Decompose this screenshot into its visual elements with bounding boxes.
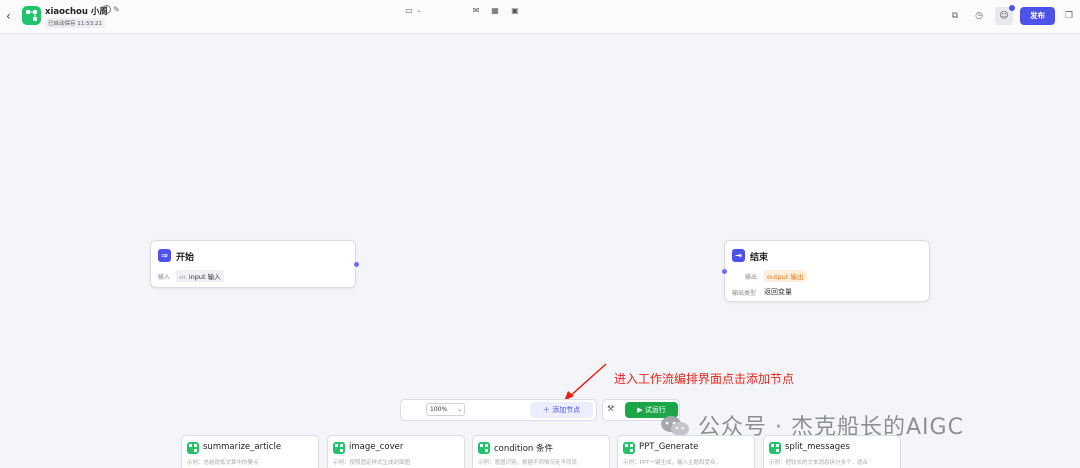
zoom-value: 100% [430,406,448,413]
save-status-badge: 已自动保存 11:53:21 [45,18,105,28]
start-node-title: 开始 [176,253,195,263]
start-node[interactable]: ⇒ 开始 输入 str. input 输入 [150,240,356,288]
template-card-image-cover[interactable]: image_cover 示例：按照固定样式生成封面图 [327,435,465,468]
layout-icon[interactable]: ▦ [489,4,501,17]
card-desc: 示例：总结提炼文章中的要点 [187,460,259,466]
start-output-port[interactable] [354,262,359,267]
history-icon[interactable]: ◷ [972,9,986,23]
card-desc: 示例：PPT一键生成，输入主题和受众， [623,460,721,466]
info-icon[interactable]: i [102,5,111,14]
template-card-split-messages[interactable]: split_messages 示例：把较长的文本消息拆分多个，适合 [763,435,901,468]
start-input-tag: str. input 输入 [176,270,224,282]
end-output-desc: 输出 [790,273,804,281]
end-output-name: output [767,273,789,281]
end-output-type-value: 返回变量 [764,288,792,296]
card-title: summarize_article [203,442,282,452]
card-title: PPT_Generate [639,442,699,452]
comment-icon[interactable]: ✉ [470,4,482,17]
end-output-type-label: 输出类型 [732,290,757,297]
start-input-type: str. [179,275,187,281]
add-node-button[interactable]: ＋ 添加节点 [530,402,593,418]
annotation-text: 进入工作流编排界面点击添加节点 [614,372,795,386]
zoom-chevron-icon: ⌄ [456,406,462,413]
chevron-left-icon[interactable]: ‹ [6,9,18,23]
workflow-icon [623,442,635,454]
end-input-port[interactable] [722,269,727,274]
edit-icon[interactable]: ✎ [112,5,121,14]
workflow-icon [769,442,781,454]
template-card-ppt-generate[interactable]: PPT_Generate 示例：PPT一键生成，输入主题和受众， [617,435,755,468]
chevron-down-icon[interactable]: ⌄ [413,4,425,17]
card-desc: 示例：把较长的文本消息拆分多个，适合 [769,460,869,466]
workflow-icon [187,442,199,454]
app-title: xiaochou 小周 [45,7,108,17]
end-node[interactable]: ⇥ 结束 输出 output 输出 输出类型 返回变量 [724,240,930,302]
top-bar [0,0,1080,34]
publish-button[interactable]: 发布 [1020,7,1055,25]
end-output-label: 输出 [745,274,758,281]
workflow-icon [22,6,41,25]
card-title: condition 条件 [494,444,554,454]
card-desc: 示例：意图识别，根据不同情况走不同流 [478,460,578,466]
end-node-title: 结束 [750,253,769,263]
zoom-select[interactable]: 100% ⌄ [426,403,465,416]
debug-icon[interactable]: ⚒ [607,404,614,413]
start-input-name: input [188,273,206,281]
notification-dot [1009,5,1015,11]
workflow-icon [478,442,490,454]
copy-icon[interactable]: ⧉ [948,9,962,23]
workflow-icon [333,442,345,454]
card-desc: 示例：按照固定样式生成封面图 [333,460,411,466]
minimap-icon[interactable]: ▣ [509,4,521,17]
end-icon: ⇥ [732,249,745,262]
annotation-arrow [564,363,607,401]
start-input-desc: 输入 [207,273,221,281]
end-output-tag: output 输出 [764,270,807,282]
template-card-summarize-article[interactable]: summarize_article 示例：总结提炼文章中的要点 [181,435,319,468]
duplicate-icon[interactable]: ❐ [1062,9,1076,23]
template-card-condition[interactable]: condition 条件 示例：意图识别，根据不同情况走不同流 [472,435,610,468]
start-icon: ⇒ [158,249,171,262]
card-title: split_messages [785,442,850,452]
start-input-label: 输入 [158,274,171,281]
card-title: image_cover [349,442,404,452]
